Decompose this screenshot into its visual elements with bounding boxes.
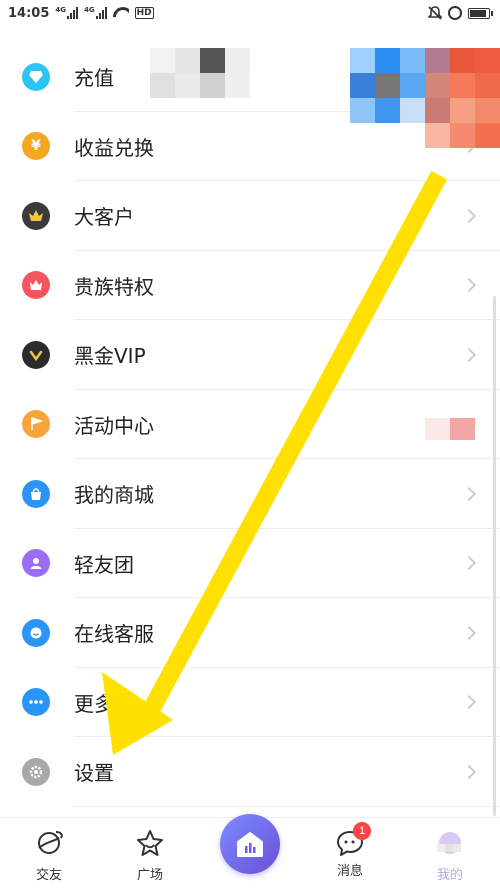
nav-label: 交友 (35, 868, 62, 883)
customer-service-icon (22, 618, 50, 647)
menu-item-label: 大客户 (74, 205, 134, 230)
chat-bubble-icon-wrap: 1 (335, 822, 371, 858)
nav-tab-me[interactable]: 我的 (420, 828, 480, 883)
nav-label: 广场 (136, 868, 163, 883)
censor-mosaic (350, 48, 500, 148)
menu-item-label: 充值 (74, 66, 114, 91)
flag-icon (22, 410, 50, 439)
divider (74, 805, 500, 807)
vip-check-icon (22, 340, 50, 369)
menu-item-label: 轻友团 (74, 552, 134, 577)
shopping-bag-icon (22, 479, 50, 508)
menu-item-black-gold-vip[interactable]: 黑金VIP (0, 320, 500, 390)
hd-icon: HD (134, 7, 154, 19)
chevron-right-icon (461, 486, 477, 501)
chevron-right-icon (461, 208, 477, 223)
chevron-right-icon (461, 764, 477, 779)
menu-item-label: 在线客服 (74, 622, 154, 647)
user-icon (22, 549, 50, 578)
status-bar: 14:05 4G 4G HD (0, 0, 500, 26)
chevron-right-icon (461, 347, 477, 362)
chevron-right-icon (461, 695, 477, 710)
wifi-icon (113, 7, 129, 19)
menu-item-friend-group[interactable]: 轻友团 (0, 529, 500, 598)
menu-item-label: 设置 (74, 761, 114, 786)
menu-item-noble-privilege[interactable]: 贵族特权 (0, 251, 500, 320)
status-left: 14:05 4G 4G HD (8, 6, 154, 21)
menu-item-label: 我的商城 (74, 483, 154, 508)
chevron-right-icon (461, 278, 477, 293)
battery-icon (468, 7, 493, 19)
planet-icon (38, 831, 63, 854)
menu-item-my-mall[interactable]: 我的商城 (0, 459, 500, 529)
home-chart-icon (237, 832, 263, 857)
rotation-lock-icon (448, 6, 462, 20)
signal-1-icon: 4G (55, 6, 79, 19)
alarm-off-icon (428, 6, 442, 20)
menu-item-big-customer[interactable]: 大客户 (0, 181, 500, 251)
star-icon (137, 830, 163, 856)
chevron-right-icon (461, 556, 477, 571)
crown-badge-icon (22, 271, 50, 300)
signal-2-icon: 4G (84, 6, 107, 19)
nav-tab-messages[interactable]: 1 消息 (320, 822, 380, 879)
status-right (428, 6, 493, 20)
unread-badge: 1 (353, 822, 371, 840)
bottom-nav: 交友 广场 1 消息 我的 (0, 814, 500, 889)
scrollbar[interactable] (493, 296, 496, 816)
menu-item-label: 收益兑换 (74, 135, 154, 160)
nav-tab-home[interactable] (220, 814, 280, 874)
censor-mosaic (425, 418, 475, 440)
menu-item-label: 贵族特权 (74, 274, 154, 299)
chevron-right-icon (461, 625, 477, 640)
menu-item-label: 活动中心 (74, 413, 154, 438)
diamond-icon (22, 62, 50, 91)
menu-item-more[interactable]: 更多 (0, 668, 500, 737)
nav-label: 我的 (436, 868, 463, 883)
nav-tab-make-friends[interactable]: 交友 (19, 828, 79, 883)
gear-icon (22, 757, 50, 786)
menu-item-label: 黑金VIP (74, 344, 146, 369)
nav-tab-square[interactable]: 广场 (120, 828, 180, 883)
menu-item-settings[interactable]: 设置 (0, 737, 500, 807)
crown-icon (22, 201, 50, 230)
censor-mosaic (150, 48, 250, 98)
menu-item-label: 更多 (74, 691, 114, 716)
status-time: 14:05 (8, 5, 50, 21)
more-dots-icon (22, 688, 50, 717)
yen-coin-icon: ¥ (22, 132, 50, 161)
menu-item-online-service[interactable]: 在线客服 (0, 598, 500, 668)
nav-label: 消息 (336, 864, 363, 879)
profile-icon (437, 832, 461, 854)
